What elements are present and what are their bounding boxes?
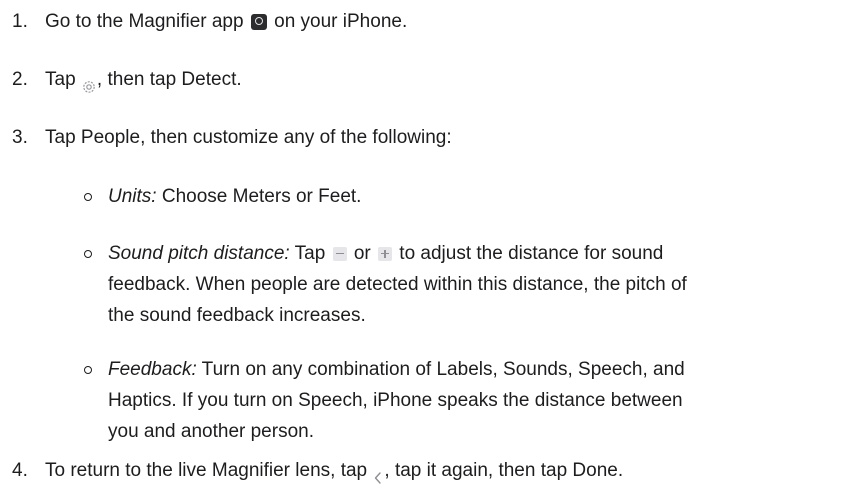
bullet-icon xyxy=(84,193,92,201)
option-text: Tap xyxy=(294,243,326,264)
step-text: To return to the live Magnifier lens, ta… xyxy=(45,455,623,486)
bullet-icon xyxy=(84,366,92,374)
option-text: feedback. When people are detected withi… xyxy=(108,274,687,295)
plus-icon xyxy=(378,246,393,261)
option-text: the sound feedback increases. xyxy=(108,305,366,326)
step-number: 2. xyxy=(12,69,28,90)
step-text-before: Go to the Magnifier app xyxy=(45,11,244,32)
minus-icon xyxy=(332,246,347,261)
option-text: you and another person. xyxy=(108,421,314,442)
option-body: Feedback: Turn on any combination of Lab… xyxy=(108,354,843,447)
bullet-icon xyxy=(84,250,92,258)
magnifier-app-icon xyxy=(250,13,267,30)
option-text: Choose Meters or Feet. xyxy=(161,186,362,207)
step-text: Go to the Magnifier app on your iPhone. xyxy=(45,6,407,37)
step-text-after: , tap it again, then tap Done. xyxy=(384,460,624,481)
step-text-before: Tap xyxy=(45,69,76,90)
step-text-after: on your iPhone. xyxy=(274,11,408,32)
option-term: Sound pitch distance: xyxy=(108,243,290,264)
gear-icon xyxy=(82,73,96,93)
instructions-document: 1. Go to the Magnifier app on your iPhon… xyxy=(0,0,851,489)
option-text: or xyxy=(353,243,371,264)
option-body: Units: Choose Meters or Feet. xyxy=(108,181,843,212)
step-number: 4. xyxy=(12,460,28,481)
option-term: Units: xyxy=(108,186,157,207)
step-text-after: , then tap Detect. xyxy=(96,69,242,90)
step-text: Tap , then tap Detect. xyxy=(45,64,242,95)
back-chevron-icon xyxy=(373,464,383,484)
step-number: 1. xyxy=(12,11,28,32)
step-text-before: To return to the live Magnifier lens, ta… xyxy=(45,460,368,481)
option-body: Sound pitch distance: Tap or to adjust t… xyxy=(108,238,843,331)
step-text: Tap People, then customize any of the fo… xyxy=(45,127,452,148)
step-number: 3. xyxy=(12,127,28,148)
option-text: Turn on any combination of Labels, Sound… xyxy=(201,359,685,380)
option-term: Feedback: xyxy=(108,359,197,380)
option-text: Haptics. If you turn on Speech, iPhone s… xyxy=(108,390,683,411)
option-text: to adjust the distance for sound xyxy=(399,243,664,264)
